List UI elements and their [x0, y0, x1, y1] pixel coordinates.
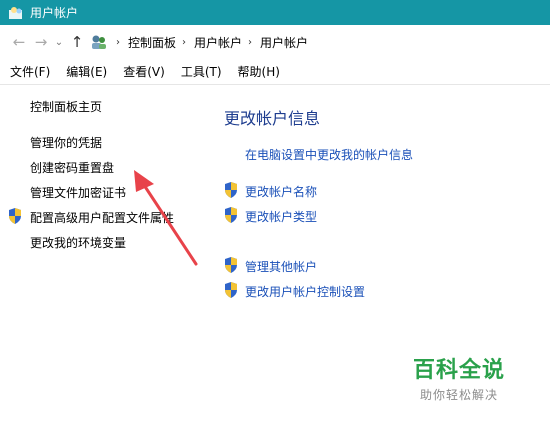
menu-bar: 文件(F) 编辑(E) 查看(V) 工具(T) 帮助(H): [0, 59, 550, 85]
uac-shield-icon: [224, 282, 238, 298]
change-uac-settings-link[interactable]: 更改用户帐户控制设置: [245, 283, 365, 300]
breadcrumb-separator: ›: [116, 36, 120, 48]
address-field[interactable]: › 控制面板 › 用户帐户 › 用户帐户: [90, 30, 530, 54]
up-arrow-icon[interactable]: ↑: [66, 31, 88, 53]
uac-shield-icon: [224, 207, 238, 223]
breadcrumb-user-accounts[interactable]: 用户帐户: [194, 34, 242, 51]
watermark-title: 百科全说: [412, 358, 505, 383]
content-area: 控制面板主页 管理你的凭据 创建密码重置盘 管理文件加密证书 配置高级用户配置文…: [0, 86, 550, 432]
manage-credentials-link[interactable]: 管理你的凭据: [30, 134, 102, 151]
menu-edit[interactable]: 编辑(E): [66, 63, 107, 80]
user-accounts-icon: [8, 6, 24, 20]
create-password-reset-disk-link[interactable]: 创建密码重置盘: [30, 159, 114, 176]
forward-arrow-icon[interactable]: →: [30, 31, 52, 53]
page-heading: 更改帐户信息: [224, 109, 321, 128]
change-account-name-link[interactable]: 更改帐户名称: [245, 183, 317, 200]
change-environment-variables-link[interactable]: 更改我的环境变量: [30, 234, 126, 251]
menu-view[interactable]: 查看(V): [123, 63, 165, 80]
manage-file-encryption-certificates-link[interactable]: 管理文件加密证书: [30, 184, 126, 201]
control-panel-home-link[interactable]: 控制面板主页: [30, 98, 102, 115]
watermark-subtitle: 助你轻松解决: [419, 388, 498, 402]
window-title: 用户帐户: [30, 6, 79, 20]
menu-tools[interactable]: 工具(T): [181, 63, 222, 80]
configure-advanced-profile-link[interactable]: 配置高级用户配置文件属性: [30, 209, 174, 226]
change-account-type-link[interactable]: 更改帐户类型: [245, 208, 317, 225]
uac-shield-icon: [8, 208, 22, 224]
breadcrumb-control-panel[interactable]: 控制面板: [128, 34, 176, 51]
pc-settings-account-link[interactable]: 在电脑设置中更改我的帐户信息: [245, 146, 413, 163]
watermark: 百科全说 助你轻松解决: [404, 352, 514, 403]
manage-other-accounts-link[interactable]: 管理其他帐户: [245, 258, 317, 275]
uac-shield-icon: [224, 257, 238, 273]
chevron-down-icon[interactable]: ⌄: [52, 31, 66, 53]
back-arrow-icon[interactable]: ←: [8, 31, 30, 53]
breadcrumb-separator: ›: [182, 36, 187, 48]
breadcrumb-user-accounts-current[interactable]: 用户帐户: [260, 34, 308, 51]
address-bar: ← → ⌄ ↑ › 控制面板 › 用户帐户 › 用户帐户: [0, 25, 550, 59]
uac-shield-icon: [224, 182, 238, 198]
control-panel-icon: [90, 34, 108, 50]
title-bar: 用户帐户: [0, 0, 550, 25]
menu-file[interactable]: 文件(F): [10, 63, 50, 80]
menu-help[interactable]: 帮助(H): [238, 63, 280, 80]
breadcrumb-separator: ›: [248, 36, 253, 48]
